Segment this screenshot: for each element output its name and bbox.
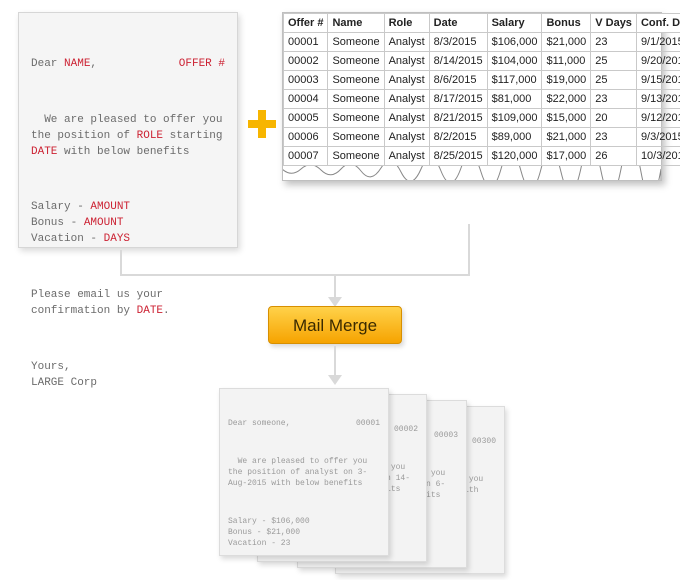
table-header: Conf. Date <box>636 14 680 33</box>
ph-start-date: DATE <box>31 146 57 158</box>
connector <box>468 224 470 274</box>
connector <box>120 250 122 274</box>
data-table: Offer #NameRoleDateSalaryBonusV DaysConf… <box>282 12 662 181</box>
plus-icon <box>248 110 276 138</box>
connector <box>120 274 470 276</box>
table-row: 00004SomeoneAnalyst8/17/2015$81,000$22,0… <box>284 90 680 109</box>
table-header: Offer # <box>284 14 328 33</box>
table-header: Date <box>429 14 487 33</box>
mail-merge-box: Mail Merge <box>268 306 402 344</box>
output-letter: Dear someone,00001 We are pleased to off… <box>219 388 389 556</box>
table-row: 00007SomeoneAnalyst8/25/2015$120,000$17,… <box>284 147 680 166</box>
greeting: Dear <box>31 58 64 70</box>
torn-edge <box>283 166 661 180</box>
table-header: V Days <box>591 14 637 33</box>
template-letter: Dear NAME, OFFER # We are pleased to off… <box>18 12 238 248</box>
ph-vacation: DAYS <box>104 233 130 245</box>
ph-bonus: AMOUNT <box>84 217 124 229</box>
output-stack: Dear someone,00300 We are pleased to off… <box>215 388 515 573</box>
ph-conf-date: DATE <box>137 305 163 317</box>
ph-role: ROLE <box>137 130 163 142</box>
ph-offer-num: OFFER # <box>179 57 225 73</box>
table-header: Salary <box>487 14 542 33</box>
table-row: 00006SomeoneAnalyst8/2/2015$89,000$21,00… <box>284 128 680 147</box>
table-header: Role <box>384 14 429 33</box>
ph-salary: AMOUNT <box>90 201 130 213</box>
table-row: 00001SomeoneAnalyst8/3/2015$106,000$21,0… <box>284 33 680 52</box>
table-row: 00003SomeoneAnalyst8/6/2015$117,000$19,0… <box>284 71 680 90</box>
ph-name: NAME <box>64 58 90 70</box>
table-row: 00002SomeoneAnalyst8/14/2015$104,000$11,… <box>284 52 680 71</box>
arrow-down-icon <box>328 375 342 385</box>
connector <box>334 276 336 298</box>
table-header: Name <box>328 14 384 33</box>
table-header: Bonus <box>542 14 591 33</box>
table-row: 00005SomeoneAnalyst8/21/2015$109,000$15,… <box>284 109 680 128</box>
connector <box>334 346 336 376</box>
